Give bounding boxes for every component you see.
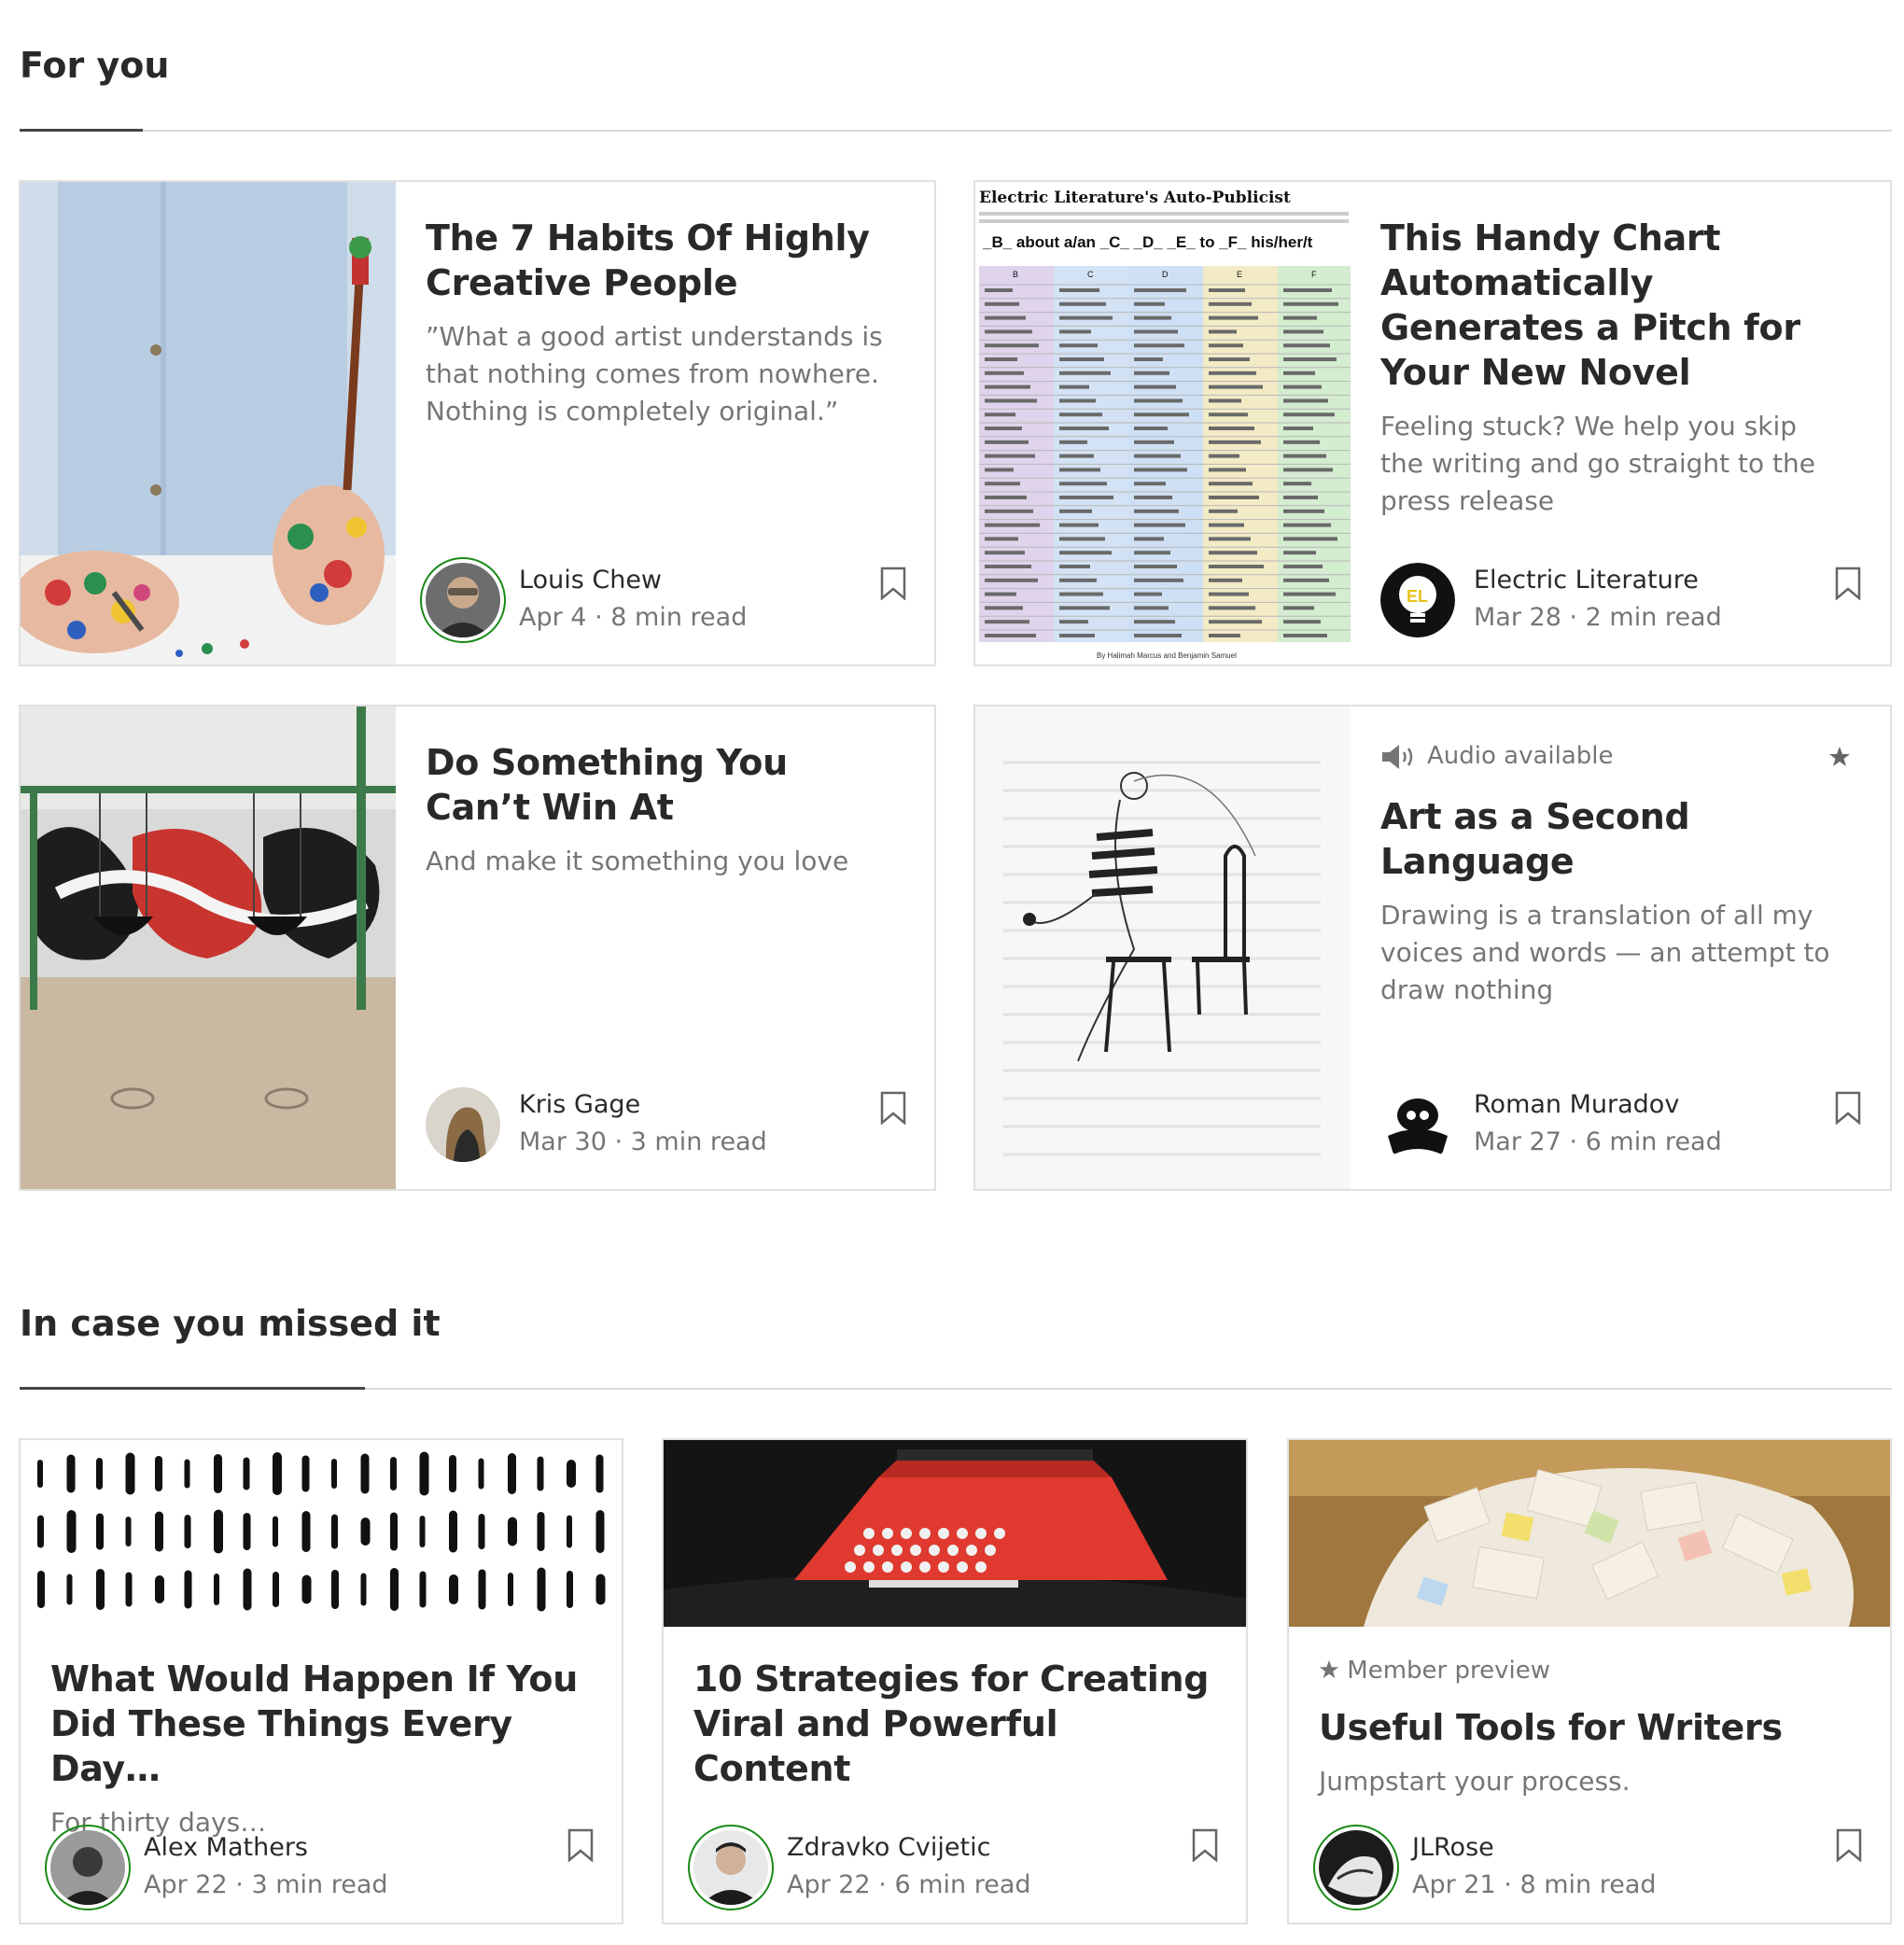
post-meta: Apr 21 · 8 min read — [1412, 1870, 1657, 1899]
section-underline — [20, 1387, 365, 1390]
author-row: Zdravko Cvijetic Apr 22 · 6 min read — [688, 1825, 1225, 1910]
post-meta: Apr 4 · 8 min read — [519, 603, 748, 632]
author-name[interactable]: JLRose — [1412, 1833, 1494, 1862]
article-title[interactable]: The 7 Habits Of Highly Creative People — [426, 216, 897, 305]
author-name[interactable]: Alex Mathers — [144, 1833, 308, 1862]
graffiti-swings-image[interactable] — [21, 707, 396, 1189]
bookmark-icon[interactable] — [1835, 1091, 1861, 1125]
chart-column-letter: F — [1311, 270, 1317, 279]
avatar[interactable] — [426, 563, 500, 637]
bookmark-icon[interactable] — [567, 1828, 594, 1862]
post-meta: Mar 30 · 3 min read — [519, 1127, 767, 1156]
chart-column-letter: E — [1237, 270, 1242, 279]
article-title[interactable]: Art as a Second Language — [1380, 794, 1853, 884]
post-meta: Apr 22 · 3 min read — [144, 1870, 388, 1899]
section-title-missed: In case you missed it — [20, 1303, 441, 1344]
author-name[interactable]: Electric Literature — [1474, 566, 1699, 595]
article-subtitle[interactable]: Jumpstart your process. — [1319, 1763, 1868, 1800]
member-preview-label: Member preview — [1347, 1657, 1550, 1685]
avatar[interactable] — [426, 1087, 500, 1162]
post-meta: Mar 27 · 6 min read — [1474, 1127, 1722, 1156]
star-icon — [1319, 1659, 1339, 1679]
chart-blank-line: _B_ about a/an _C_ _D_ _E_ to _F_ his/he… — [982, 233, 1313, 251]
avatar[interactable] — [1319, 1830, 1393, 1905]
chart-column-letter: C — [1087, 270, 1094, 279]
article-subtitle[interactable]: ”What a good artist understands is that … — [426, 318, 897, 430]
article-title[interactable]: What Would Happen If You Did These Thing… — [50, 1657, 599, 1791]
author-name[interactable]: Zdravko Cvijetic — [787, 1833, 990, 1862]
article-card[interactable]: Do Something You Can’t Win At And make i… — [19, 705, 936, 1191]
author-row: Roman Muradov Mar 27 · 6 min read — [1380, 1083, 1856, 1167]
member-preview-badge: Member preview — [1319, 1657, 1868, 1685]
article-card[interactable]: Member preview Useful Tools for Writers … — [1287, 1438, 1892, 1924]
author-row: JLRose Apr 21 · 8 min read — [1313, 1825, 1869, 1910]
article-title[interactable]: 10 Strategies for Creating Viral and Pow… — [693, 1657, 1224, 1791]
audio-badge: Audio available — [1380, 740, 1853, 777]
tally-marks-image[interactable] — [21, 1440, 622, 1627]
article-card[interactable]: Electric Literature's Auto-Publicist _B_… — [973, 180, 1892, 666]
red-typewriter-image[interactable] — [664, 1440, 1246, 1627]
bookmark-icon[interactable] — [880, 567, 906, 600]
bookmark-icon[interactable] — [880, 1091, 906, 1125]
section-divider — [20, 130, 1892, 132]
article-subtitle[interactable]: Feeling stuck? We help you skip the writ… — [1380, 408, 1828, 520]
article-subtitle[interactable]: Drawing is a translation of all my voice… — [1380, 897, 1866, 1009]
svg-text:EL: EL — [1407, 587, 1428, 606]
bookmark-icon[interactable] — [1192, 1828, 1218, 1862]
bookmark-icon[interactable] — [1836, 1828, 1862, 1862]
author-row: Louis Chew Apr 4 · 8 min read — [420, 557, 902, 643]
author-name[interactable]: Roman Muradov — [1474, 1090, 1679, 1119]
auto-publicist-chart-image[interactable]: Electric Literature's Auto-Publicist _B_… — [975, 182, 1351, 665]
star-icon — [1829, 747, 1850, 766]
article-title[interactable]: Do Something You Can’t Win At — [426, 740, 836, 830]
article-title[interactable]: Useful Tools for Writers — [1319, 1705, 1868, 1750]
line-drawing-image[interactable] — [975, 707, 1351, 1189]
article-card[interactable]: The 7 Habits Of Highly Creative People ”… — [19, 180, 936, 666]
chart-caption: Electric Literature's Auto-Publicist — [979, 189, 1291, 207]
avatar[interactable] — [1380, 1087, 1455, 1162]
avatar[interactable]: EL — [1380, 563, 1455, 637]
author-row: Alex Mathers Apr 22 · 3 min read — [45, 1825, 601, 1910]
post-meta: Apr 22 · 6 min read — [787, 1870, 1031, 1899]
chart-column-letter: B — [1013, 270, 1018, 279]
paper-pile-image[interactable] — [1289, 1440, 1890, 1627]
article-card[interactable]: 10 Strategies for Creating Viral and Pow… — [662, 1438, 1248, 1924]
article-title[interactable]: This Handy Chart Automatically Generates… — [1380, 216, 1853, 395]
post-meta: Mar 28 · 2 min read — [1474, 603, 1722, 632]
chart-byline: By Halimah Marcus and Benjamin Samuel — [1097, 651, 1237, 660]
chart-column-letter: D — [1162, 270, 1169, 279]
section-underline — [20, 129, 143, 132]
painted-hands-image[interactable] — [21, 182, 396, 665]
article-card[interactable]: What Would Happen If You Did These Thing… — [19, 1438, 623, 1924]
speaker-icon — [1382, 745, 1413, 769]
avatar[interactable] — [693, 1830, 768, 1905]
author-row: EL Electric Literature Mar 28 · 2 min re… — [1380, 558, 1856, 642]
author-name[interactable]: Louis Chew — [519, 566, 662, 595]
bookmark-icon[interactable] — [1835, 567, 1861, 600]
article-subtitle[interactable]: And make it something you love — [426, 843, 897, 880]
author-name[interactable]: Kris Gage — [519, 1090, 640, 1119]
section-title-for-you: For you — [20, 45, 170, 86]
article-card[interactable]: Audio available Art as a Second Language… — [973, 705, 1892, 1191]
audio-badge-label: Audio available — [1427, 742, 1614, 770]
author-row: Kris Gage Mar 30 · 3 min read — [426, 1083, 902, 1167]
avatar[interactable] — [50, 1830, 125, 1905]
